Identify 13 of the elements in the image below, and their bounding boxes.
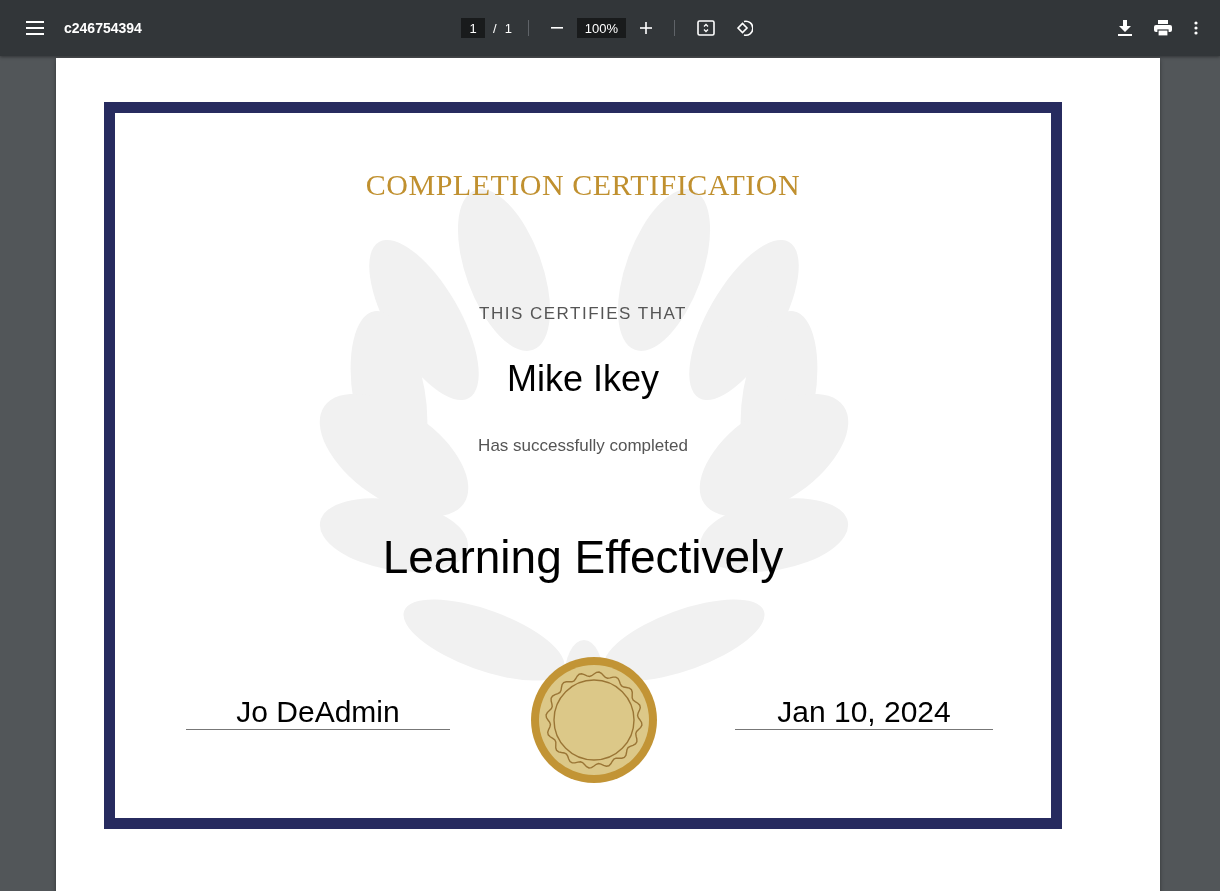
page-total: 1 xyxy=(504,20,512,36)
certificate-heading: COMPLETION CERTIFICATION xyxy=(365,167,801,203)
zoom-field[interactable]: 100% xyxy=(576,18,626,38)
document-title: c246754394 xyxy=(64,20,142,36)
page-number-field[interactable]: 1 xyxy=(461,18,486,38)
seal-icon xyxy=(531,657,657,783)
statement-text: Has successfully completed xyxy=(478,436,688,456)
intro-text: THIS CERTIFIES THAT xyxy=(479,304,687,324)
signature-line: Jo DeAdmin xyxy=(186,694,450,730)
page-separator: / xyxy=(493,20,497,36)
course-title: Learning Effectively xyxy=(382,530,784,584)
date-line: Jan 10, 2024 xyxy=(735,694,993,730)
recipient-name: Mike Ikey xyxy=(506,358,659,400)
